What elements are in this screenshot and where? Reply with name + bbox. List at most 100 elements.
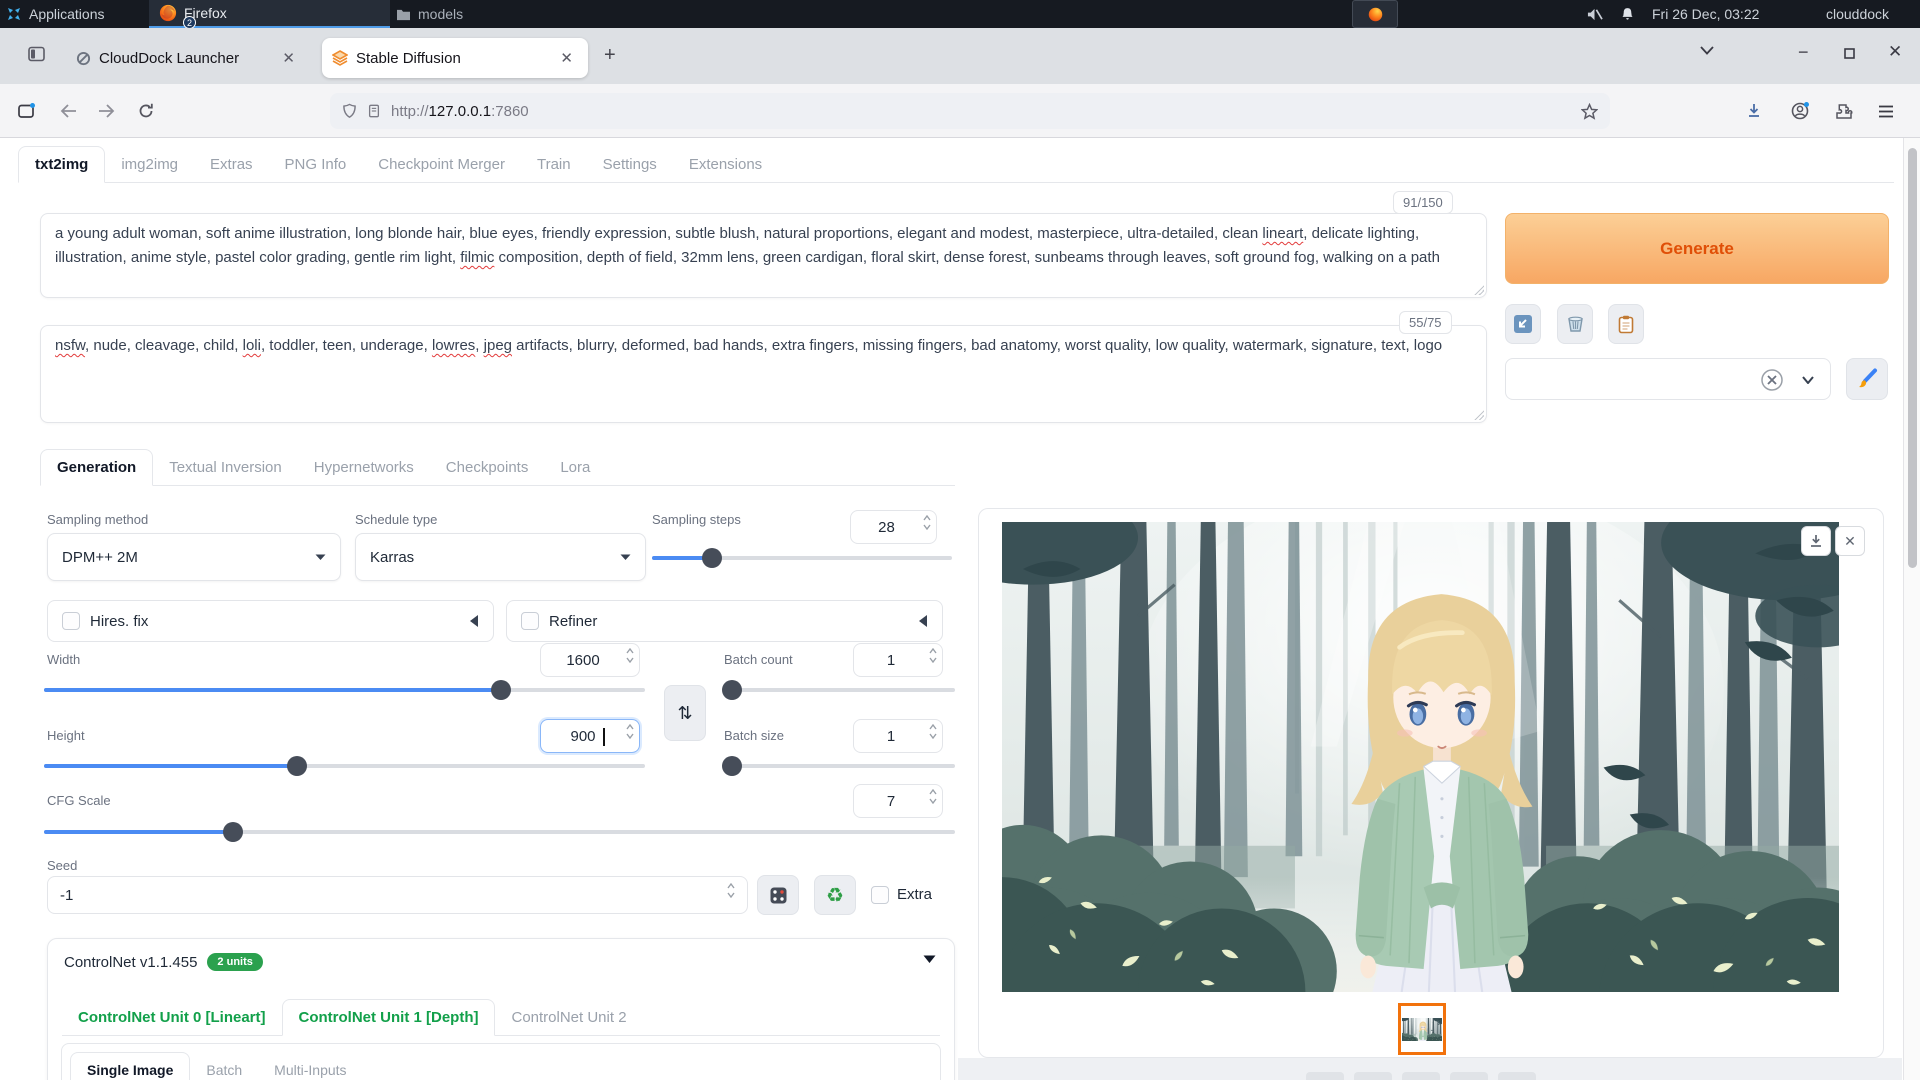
reload-button[interactable]: [132, 97, 160, 125]
width-slider[interactable]: [44, 688, 645, 692]
slider-knob[interactable]: [223, 822, 243, 842]
spinner-icons[interactable]: [626, 724, 634, 739]
resize-handle[interactable]: [1473, 284, 1484, 295]
account-icon[interactable]: [1786, 97, 1814, 125]
cfg-scale-slider[interactable]: [44, 830, 955, 834]
styles-dropdown[interactable]: [1505, 358, 1831, 400]
extra-seed-checkbox[interactable]: [871, 886, 889, 904]
spinner-icons[interactable]: [923, 515, 931, 530]
window-minimize-button[interactable]: −: [1798, 42, 1809, 63]
hires-fix-checkbox[interactable]: [62, 612, 80, 630]
tray-firefox[interactable]: [1352, 0, 1398, 28]
tab-single-image[interactable]: Single Image: [70, 1052, 190, 1080]
tab-extensions[interactable]: Extensions: [673, 147, 778, 182]
refiner-panel[interactable]: Refiner: [506, 600, 943, 642]
spinner-icons[interactable]: [929, 789, 937, 804]
gallery-control-stub[interactable]: [1354, 1072, 1392, 1080]
gallery-control-stub[interactable]: [1450, 1072, 1488, 1080]
gallery-control-stub[interactable]: [1402, 1072, 1440, 1080]
page-scrollbar[interactable]: [1903, 138, 1920, 1080]
sampling-steps-slider[interactable]: [652, 556, 952, 560]
slider-knob[interactable]: [702, 548, 722, 568]
edit-styles-button[interactable]: [1846, 358, 1888, 400]
generate-button[interactable]: Generate: [1505, 213, 1889, 284]
seed-input[interactable]: [47, 876, 748, 914]
tab-controlnet-unit-1[interactable]: ControlNet Unit 1 [Depth]: [282, 999, 496, 1036]
clear-prompt-button[interactable]: [1557, 304, 1593, 344]
apply-styles-button[interactable]: [1608, 304, 1644, 344]
controlnet-header[interactable]: ControlNet v1.1.455 2 units: [64, 953, 263, 971]
site-info-icon[interactable]: [367, 103, 381, 119]
browser-tab-clouddock[interactable]: CloudDock Launcher ✕: [66, 38, 310, 78]
collapse-left-icon[interactable]: [918, 614, 928, 628]
volume-muted-icon[interactable]: [1586, 0, 1603, 28]
resize-handle[interactable]: [1473, 409, 1484, 420]
generated-image[interactable]: [1002, 522, 1839, 992]
height-slider[interactable]: [44, 764, 645, 768]
tab-settings[interactable]: Settings: [587, 147, 673, 182]
negative-prompt-textarea[interactable]: nsfw, nude, cleavage, child, loli, toddl…: [40, 325, 1487, 423]
tab-checkpoint-merger[interactable]: Checkpoint Merger: [362, 147, 521, 182]
sampling-method-dropdown[interactable]: DPM++ 2M: [47, 533, 341, 581]
reuse-seed-button[interactable]: ♻: [814, 875, 856, 915]
batch-count-input[interactable]: [853, 643, 943, 677]
styles-caret-icon[interactable]: [1802, 376, 1814, 384]
styles-clear-icon[interactable]: [1760, 368, 1784, 392]
tab-close-icon[interactable]: ✕: [555, 47, 578, 69]
notifications-bell-icon[interactable]: [1620, 0, 1635, 28]
slider-knob[interactable]: [491, 680, 511, 700]
taskbar-models[interactable]: models: [396, 0, 463, 28]
cfg-scale-input[interactable]: [853, 784, 943, 818]
window-close-button[interactable]: ✕: [1888, 42, 1902, 62]
slider-knob[interactable]: [722, 756, 742, 776]
height-input[interactable]: [540, 719, 640, 753]
prompt-textarea[interactable]: a young adult woman, soft anime illustra…: [40, 213, 1487, 298]
width-input[interactable]: [540, 643, 640, 677]
batch-size-input[interactable]: [853, 719, 943, 753]
random-seed-button[interactable]: [757, 875, 799, 915]
tab-png-info[interactable]: PNG Info: [269, 147, 363, 182]
image-close-button[interactable]: ✕: [1835, 526, 1865, 556]
paste-params-button[interactable]: [1505, 304, 1541, 344]
gallery-control-stub[interactable]: [1498, 1072, 1536, 1080]
spinner-icons[interactable]: [626, 648, 634, 663]
bookmark-star-icon[interactable]: [1581, 103, 1598, 120]
tab-img2img[interactable]: img2img: [105, 147, 194, 182]
menu-hamburger-icon[interactable]: [1872, 97, 1900, 125]
tab-textual-inversion[interactable]: Textual Inversion: [153, 450, 298, 485]
tab-generation[interactable]: Generation: [40, 449, 153, 486]
back-button[interactable]: [54, 97, 82, 125]
downloads-icon[interactable]: [1740, 97, 1768, 125]
tab-close-icon[interactable]: ✕: [277, 47, 300, 69]
browser-tab-stable-diffusion[interactable]: Stable Diffusion ✕: [322, 38, 588, 78]
taskbar-firefox[interactable]: 2 Firefox: [149, 0, 390, 28]
batch-size-slider[interactable]: [724, 764, 955, 768]
tab-hypernetworks[interactable]: Hypernetworks: [298, 450, 430, 485]
refiner-checkbox[interactable]: [521, 612, 539, 630]
tab-lora[interactable]: Lora: [544, 450, 606, 485]
url-bar[interactable]: http://127.0.0.1:7860: [330, 93, 1610, 129]
tab-controlnet-unit-0[interactable]: ControlNet Unit 0 [Lineart]: [62, 1000, 282, 1035]
sampling-steps-input[interactable]: [850, 510, 937, 544]
schedule-type-dropdown[interactable]: Karras: [355, 533, 646, 581]
tab-txt2img[interactable]: txt2img: [18, 146, 105, 183]
hires-fix-panel[interactable]: Hires. fix: [47, 600, 494, 642]
window-maximize-button[interactable]: [1844, 48, 1855, 59]
tab-multi-inputs[interactable]: Multi-Inputs: [258, 1053, 362, 1080]
extensions-puzzle-icon[interactable]: [1830, 97, 1858, 125]
clock[interactable]: Fri 26 Dec, 03:22: [1652, 0, 1759, 28]
tab-batch[interactable]: Batch: [190, 1053, 258, 1080]
vertical-tabs-icon[interactable]: [28, 46, 45, 62]
collapse-down-icon[interactable]: [923, 955, 936, 964]
collapse-left-icon[interactable]: [469, 614, 479, 628]
firefox-view-icon[interactable]: [12, 97, 40, 125]
image-download-button[interactable]: [1801, 526, 1831, 556]
applications-menu[interactable]: Applications: [6, 0, 105, 28]
tab-controlnet-unit-2[interactable]: ControlNet Unit 2: [495, 1000, 642, 1035]
slider-knob[interactable]: [722, 680, 742, 700]
spinner-icons[interactable]: [929, 648, 937, 663]
tab-checkpoints[interactable]: Checkpoints: [430, 450, 545, 485]
gallery-control-stub[interactable]: [1306, 1072, 1344, 1080]
forward-button[interactable]: [92, 97, 120, 125]
spinner-icons[interactable]: [929, 724, 937, 739]
